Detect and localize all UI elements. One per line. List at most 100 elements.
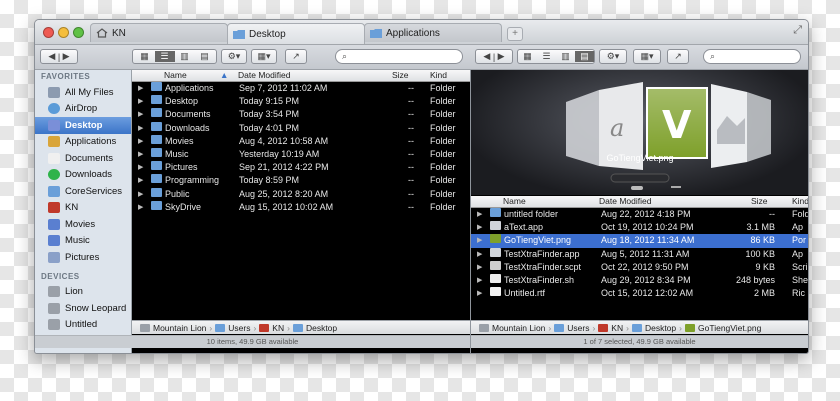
file-row[interactable]: ▶ Documents Today 3:54 PM -- Folder (132, 108, 470, 121)
file-row[interactable]: ▶ untitled folder Aug 22, 2012 4:18 PM -- Fo… (471, 208, 808, 221)
sidebar-item-untitled[interactable]: Untitled (35, 317, 131, 334)
file-name: Public (165, 188, 190, 199)
coverflow-view-icon[interactable]: ▤ (195, 51, 215, 62)
disclosure-triangle-icon[interactable]: ▶ (477, 261, 482, 274)
tab-kn[interactable]: KN (90, 23, 228, 42)
file-row[interactable]: ▶ aText.app Oct 19, 2012 10:24 PM 3.1 MB Ap (471, 221, 808, 234)
file-name: Pictures (165, 162, 198, 173)
file-row[interactable]: ▶ SkyDrive Aug 15, 2012 10:02 AM -- Folder (132, 200, 470, 214)
path-item[interactable]: KN (611, 323, 623, 333)
sidebar-item-downloads[interactable]: Downloads (35, 167, 131, 184)
arrange-menu-right[interactable]: ▦▾ (633, 49, 661, 64)
sidebar-item-movies[interactable]: Movies (35, 216, 131, 233)
icon-view-icon[interactable]: ▦ (135, 51, 155, 62)
file-row[interactable]: ▶ GoTiengViet.png Aug 18, 2012 11:34 AM 86 … (471, 234, 808, 248)
path-item[interactable]: Mountain Lion (492, 323, 545, 333)
sidebar-item-kn[interactable]: KN (35, 200, 131, 217)
file-row[interactable]: ▶ TestXtraFinder.app Aug 5, 2012 11:31 AM 1… (471, 247, 808, 261)
disclosure-triangle-icon[interactable]: ▶ (477, 274, 482, 287)
disclosure-triangle-icon[interactable]: ▶ (477, 287, 482, 300)
share-button-right[interactable]: ↗ (667, 49, 689, 64)
disclosure-triangle-icon[interactable]: ▶ (138, 82, 143, 95)
view-mode-left[interactable]: ▦ ☰ ▥ ▤ (132, 49, 217, 64)
forward-icon[interactable]: ▶ (498, 51, 505, 62)
sidebar-item-lion[interactable]: Lion (35, 284, 131, 301)
sidebar-item-coreservices[interactable]: CoreServices (35, 183, 131, 200)
back-icon[interactable]: ◀ (483, 51, 490, 62)
column-view-icon[interactable]: ▥ (556, 51, 575, 62)
arrange-menu-left[interactable]: ▦▾ (251, 49, 277, 64)
path-item[interactable]: Users (567, 323, 589, 333)
back-forward-right[interactable]: ◀ | ▶ (475, 49, 513, 64)
column-size[interactable]: Size (392, 70, 409, 81)
back-forward-left[interactable]: ◀ | ▶ (40, 49, 78, 64)
column-date[interactable]: Date Modified (238, 70, 290, 81)
path-item[interactable]: Desktop (645, 323, 676, 333)
search-field-right[interactable]: ⌕ (703, 49, 801, 64)
disclosure-triangle-icon[interactable]: ▶ (138, 95, 143, 108)
tab-applications[interactable]: Applications (364, 23, 502, 42)
file-row[interactable]: ▶ Programming Today 8:59 PM -- Folder (132, 174, 470, 187)
sidebar-item-all-my-files[interactable]: All My Files (35, 84, 131, 101)
path-item[interactable]: Desktop (306, 323, 337, 333)
file-row[interactable]: ▶ TestXtraFinder.scpt Oct 22, 2012 9:50 PM… (471, 260, 808, 274)
fullscreen-icon[interactable]: ⤢ (793, 24, 802, 37)
sidebar-item-desktop[interactable]: Desktop (35, 117, 131, 134)
sidebar-item-snow-leopard[interactable]: Snow Leopard (35, 300, 131, 317)
sidebar-item-music[interactable]: Music (35, 233, 131, 250)
action-menu-left[interactable]: ⚙▾ (221, 49, 247, 64)
path-item[interactable]: KN (272, 323, 284, 333)
icon-view-icon[interactable]: ▦ (518, 51, 537, 62)
view-mode-right[interactable]: ▦ ☰ ▥ ▤ (517, 49, 595, 64)
sidebar-item-documents[interactable]: Documents (35, 150, 131, 167)
disclosure-triangle-icon[interactable]: ▶ (477, 208, 482, 221)
file-row[interactable]: ▶ Downloads Today 4:01 PM -- Folder (132, 121, 470, 135)
path-item[interactable]: GoTiengViet.png (698, 323, 761, 333)
column-view-icon[interactable]: ▥ (175, 51, 195, 62)
file-row[interactable]: ▶ Untitled.rtf Oct 15, 2012 12:02 AM 2 MB Ri… (471, 287, 808, 300)
list-view-icon[interactable]: ☰ (537, 51, 556, 62)
coverflow-view-icon[interactable]: ▤ (575, 51, 594, 62)
file-row[interactable]: ▶ Desktop Today 9:15 PM -- Folder (132, 95, 470, 108)
file-row[interactable]: ▶ Pictures Sep 21, 2012 4:22 PM -- Folder (132, 161, 470, 174)
disclosure-triangle-icon[interactable]: ▶ (477, 221, 482, 234)
file-row[interactable]: ▶ TestXtraFinder.sh Aug 29, 2012 8:34 PM 24… (471, 274, 808, 287)
disclosure-triangle-icon[interactable]: ▶ (477, 248, 482, 261)
tab-desktop[interactable]: Desktop (227, 23, 365, 44)
column-name[interactable]: Name (503, 196, 526, 207)
path-item[interactable]: Users (228, 323, 250, 333)
column-name[interactable]: Name (164, 70, 187, 81)
disclosure-triangle-icon[interactable]: ▶ (138, 174, 143, 187)
file-row[interactable]: ▶ Public Aug 25, 2012 8:20 AM -- Folder (132, 187, 470, 201)
disclosure-triangle-icon[interactable]: ▶ (138, 201, 143, 214)
path-item[interactable]: Mountain Lion (153, 323, 206, 333)
column-size[interactable]: Size (751, 196, 768, 207)
forward-icon[interactable]: ▶ (63, 51, 70, 62)
search-field-left[interactable]: ⌕ (335, 49, 463, 64)
file-row[interactable]: ▶ Movies Aug 4, 2012 10:58 AM -- Folder (132, 134, 470, 148)
disclosure-triangle-icon[interactable]: ▶ (138, 122, 143, 135)
new-tab-button[interactable]: + (507, 27, 523, 41)
back-icon[interactable]: ◀ (48, 51, 55, 62)
disclosure-triangle-icon[interactable]: ▶ (477, 234, 482, 247)
disclosure-triangle-icon[interactable]: ▶ (138, 188, 143, 201)
coverflow-scroll-knob[interactable] (631, 186, 643, 190)
sidebar-item-airdrop[interactable]: AirDrop (35, 101, 131, 118)
file-row[interactable]: ▶ Music Yesterday 10:19 AM -- Folder (132, 148, 470, 161)
column-date[interactable]: Date Modified (599, 196, 651, 207)
column-kind[interactable]: Kind (430, 70, 447, 81)
file-row[interactable]: ▶ Applications Sep 7, 2012 11:02 AM -- Folde… (132, 82, 470, 95)
action-menu-right[interactable]: ⚙▾ (599, 49, 627, 64)
zoom-button[interactable] (73, 27, 84, 38)
sidebar-item-pictures[interactable]: Pictures (35, 249, 131, 266)
disclosure-triangle-icon[interactable]: ▶ (138, 135, 143, 148)
disclosure-triangle-icon[interactable]: ▶ (138, 161, 143, 174)
column-kind[interactable]: Kind (792, 196, 808, 207)
disclosure-triangle-icon[interactable]: ▶ (138, 108, 143, 121)
share-button-left[interactable]: ↗ (285, 49, 307, 64)
list-view-icon[interactable]: ☰ (154, 51, 175, 62)
disclosure-triangle-icon[interactable]: ▶ (138, 148, 143, 161)
sidebar-item-applications[interactable]: Applications (35, 134, 131, 151)
minimize-button[interactable] (58, 27, 69, 38)
close-button[interactable] (43, 27, 54, 38)
